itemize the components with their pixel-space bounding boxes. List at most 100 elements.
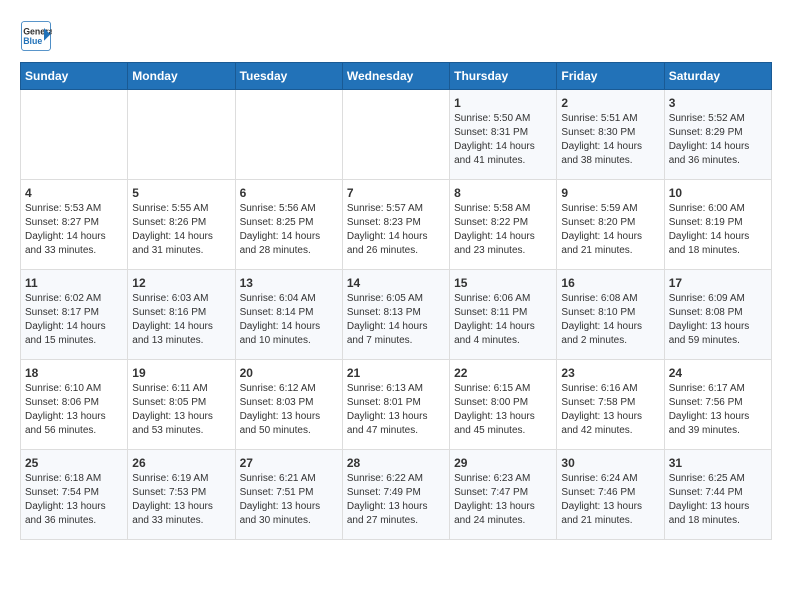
day-number: 18 [25,366,123,380]
day-content: Sunrise: 6:09 AM Sunset: 8:08 PM Dayligh… [669,292,767,348]
day-number: 4 [25,186,123,200]
day-number: 9 [561,186,659,200]
day-content: Sunrise: 6:24 AM Sunset: 7:46 PM Dayligh… [561,472,659,528]
day-number: 10 [669,186,767,200]
day-number: 15 [454,276,552,290]
day-number: 19 [132,366,230,380]
weekday-header-wednesday: Wednesday [342,63,449,90]
calendar-cell [342,90,449,180]
day-content: Sunrise: 5:52 AM Sunset: 8:29 PM Dayligh… [669,112,767,168]
calendar-cell [21,90,128,180]
calendar-cell: 20Sunrise: 6:12 AM Sunset: 8:03 PM Dayli… [235,360,342,450]
calendar-cell: 12 Sunrise: 6:03 AM Sunset: 8:16 PM Dayli… [128,270,235,360]
weekday-header-saturday: Saturday [664,63,771,90]
calendar-cell: 9 Sunrise: 5:59 AM Sunset: 8:20 PM Daylig… [557,180,664,270]
day-content: Sunrise: 6:17 AM Sunset: 7:56 PM Dayligh… [669,382,767,438]
calendar-cell: 26 Sunrise: 6:19 AM Sunset: 7:53 PM Dayli… [128,450,235,540]
calendar-cell: 13Sunrise: 6:04 AM Sunset: 8:14 PM Dayli… [235,270,342,360]
day-content: Sunrise: 6:19 AM Sunset: 7:53 PM Dayligh… [132,472,230,528]
calendar-cell: 27 Sunrise: 6:21 AM Sunset: 7:51 PM Dayli… [235,450,342,540]
day-number: 11 [25,276,123,290]
weekday-header-row: SundayMondayTuesdayWednesdayThursdayFrid… [21,63,772,90]
calendar-cell: 28 Sunrise: 6:22 AM Sunset: 7:49 PM Dayli… [342,450,449,540]
weekday-header-thursday: Thursday [450,63,557,90]
calendar-cell: 24 Sunrise: 6:17 AM Sunset: 7:56 PM Dayli… [664,360,771,450]
day-number: 14 [347,276,445,290]
day-number: 23 [561,366,659,380]
day-content: Sunrise: 6:13 AM Sunset: 8:01 PM Dayligh… [347,382,445,438]
day-number: 5 [132,186,230,200]
day-number: 28 [347,456,445,470]
day-content: Sunrise: 5:59 AM Sunset: 8:20 PM Dayligh… [561,202,659,258]
day-content: Sunrise: 6:06 AM Sunset: 8:11 PM Dayligh… [454,292,552,348]
day-content: Sunrise: 5:55 AM Sunset: 8:26 PM Dayligh… [132,202,230,258]
day-content: Sunrise: 6:03 AM Sunset: 8:16 PM Dayligh… [132,292,230,348]
calendar-cell: 25 Sunrise: 6:18 AM Sunset: 7:54 PM Dayli… [21,450,128,540]
week-row-5: 25 Sunrise: 6:18 AM Sunset: 7:54 PM Dayli… [21,450,772,540]
calendar-cell: 2Sunrise: 5:51 AM Sunset: 8:30 PM Daylig… [557,90,664,180]
day-content: Sunrise: 6:23 AM Sunset: 7:47 PM Dayligh… [454,472,552,528]
calendar-cell: 23Sunrise: 6:16 AM Sunset: 7:58 PM Dayli… [557,360,664,450]
day-content: Sunrise: 5:58 AM Sunset: 8:22 PM Dayligh… [454,202,552,258]
day-content: Sunrise: 6:05 AM Sunset: 8:13 PM Dayligh… [347,292,445,348]
weekday-header-monday: Monday [128,63,235,90]
day-number: 25 [25,456,123,470]
weekday-header-friday: Friday [557,63,664,90]
day-number: 6 [240,186,338,200]
week-row-2: 4 Sunrise: 5:53 AM Sunset: 8:27 PM Daylig… [21,180,772,270]
day-content: Sunrise: 5:51 AM Sunset: 8:30 PM Dayligh… [561,112,659,168]
calendar-cell: 30 Sunrise: 6:24 AM Sunset: 7:46 PM Dayli… [557,450,664,540]
logo-icon: General Blue [20,20,52,52]
day-number: 13 [240,276,338,290]
calendar-cell: 19 Sunrise: 6:11 AM Sunset: 8:05 PM Dayli… [128,360,235,450]
calendar-cell: 1 Sunrise: 5:50 AM Sunset: 8:31 PM Daylig… [450,90,557,180]
day-number: 26 [132,456,230,470]
calendar-cell: 21 Sunrise: 6:13 AM Sunset: 8:01 PM Dayli… [342,360,449,450]
day-content: Sunrise: 6:10 AM Sunset: 8:06 PM Dayligh… [25,382,123,438]
logo: General Blue [20,20,56,52]
calendar-cell: 14 Sunrise: 6:05 AM Sunset: 8:13 PM Dayli… [342,270,449,360]
weekday-header-sunday: Sunday [21,63,128,90]
calendar-cell: 18 Sunrise: 6:10 AM Sunset: 8:06 PM Dayli… [21,360,128,450]
day-number: 3 [669,96,767,110]
day-content: Sunrise: 6:25 AM Sunset: 7:44 PM Dayligh… [669,472,767,528]
calendar-cell [235,90,342,180]
day-content: Sunrise: 5:53 AM Sunset: 8:27 PM Dayligh… [25,202,123,258]
day-number: 27 [240,456,338,470]
svg-text:Blue: Blue [23,36,42,46]
calendar-cell: 5 Sunrise: 5:55 AM Sunset: 8:26 PM Daylig… [128,180,235,270]
calendar-cell: 11Sunrise: 6:02 AM Sunset: 8:17 PM Dayli… [21,270,128,360]
day-number: 7 [347,186,445,200]
day-content: Sunrise: 6:08 AM Sunset: 8:10 PM Dayligh… [561,292,659,348]
week-row-3: 11Sunrise: 6:02 AM Sunset: 8:17 PM Dayli… [21,270,772,360]
weekday-header-tuesday: Tuesday [235,63,342,90]
day-content: Sunrise: 6:18 AM Sunset: 7:54 PM Dayligh… [25,472,123,528]
day-content: Sunrise: 6:11 AM Sunset: 8:05 PM Dayligh… [132,382,230,438]
page-header: General Blue [20,20,772,52]
day-number: 21 [347,366,445,380]
day-number: 16 [561,276,659,290]
calendar-cell: 4 Sunrise: 5:53 AM Sunset: 8:27 PM Daylig… [21,180,128,270]
calendar-table: SundayMondayTuesdayWednesdayThursdayFrid… [20,62,772,540]
day-number: 31 [669,456,767,470]
calendar-cell: 31 Sunrise: 6:25 AM Sunset: 7:44 PM Dayli… [664,450,771,540]
calendar-cell: 15 Sunrise: 6:06 AM Sunset: 8:11 PM Dayli… [450,270,557,360]
day-content: Sunrise: 6:22 AM Sunset: 7:49 PM Dayligh… [347,472,445,528]
calendar-cell: 22 Sunrise: 6:15 AM Sunset: 8:00 PM Dayli… [450,360,557,450]
day-content: Sunrise: 5:56 AM Sunset: 8:25 PM Dayligh… [240,202,338,258]
calendar-cell: 7Sunrise: 5:57 AM Sunset: 8:23 PM Daylig… [342,180,449,270]
calendar-cell: 8Sunrise: 5:58 AM Sunset: 8:22 PM Daylig… [450,180,557,270]
calendar-cell: 29 Sunrise: 6:23 AM Sunset: 7:47 PM Dayli… [450,450,557,540]
day-number: 30 [561,456,659,470]
day-number: 12 [132,276,230,290]
day-number: 22 [454,366,552,380]
day-content: Sunrise: 6:12 AM Sunset: 8:03 PM Dayligh… [240,382,338,438]
day-content: Sunrise: 6:21 AM Sunset: 7:51 PM Dayligh… [240,472,338,528]
day-content: Sunrise: 6:00 AM Sunset: 8:19 PM Dayligh… [669,202,767,258]
week-row-1: 1 Sunrise: 5:50 AM Sunset: 8:31 PM Daylig… [21,90,772,180]
day-number: 29 [454,456,552,470]
day-content: Sunrise: 6:15 AM Sunset: 8:00 PM Dayligh… [454,382,552,438]
day-content: Sunrise: 5:50 AM Sunset: 8:31 PM Dayligh… [454,112,552,168]
day-number: 24 [669,366,767,380]
day-number: 1 [454,96,552,110]
